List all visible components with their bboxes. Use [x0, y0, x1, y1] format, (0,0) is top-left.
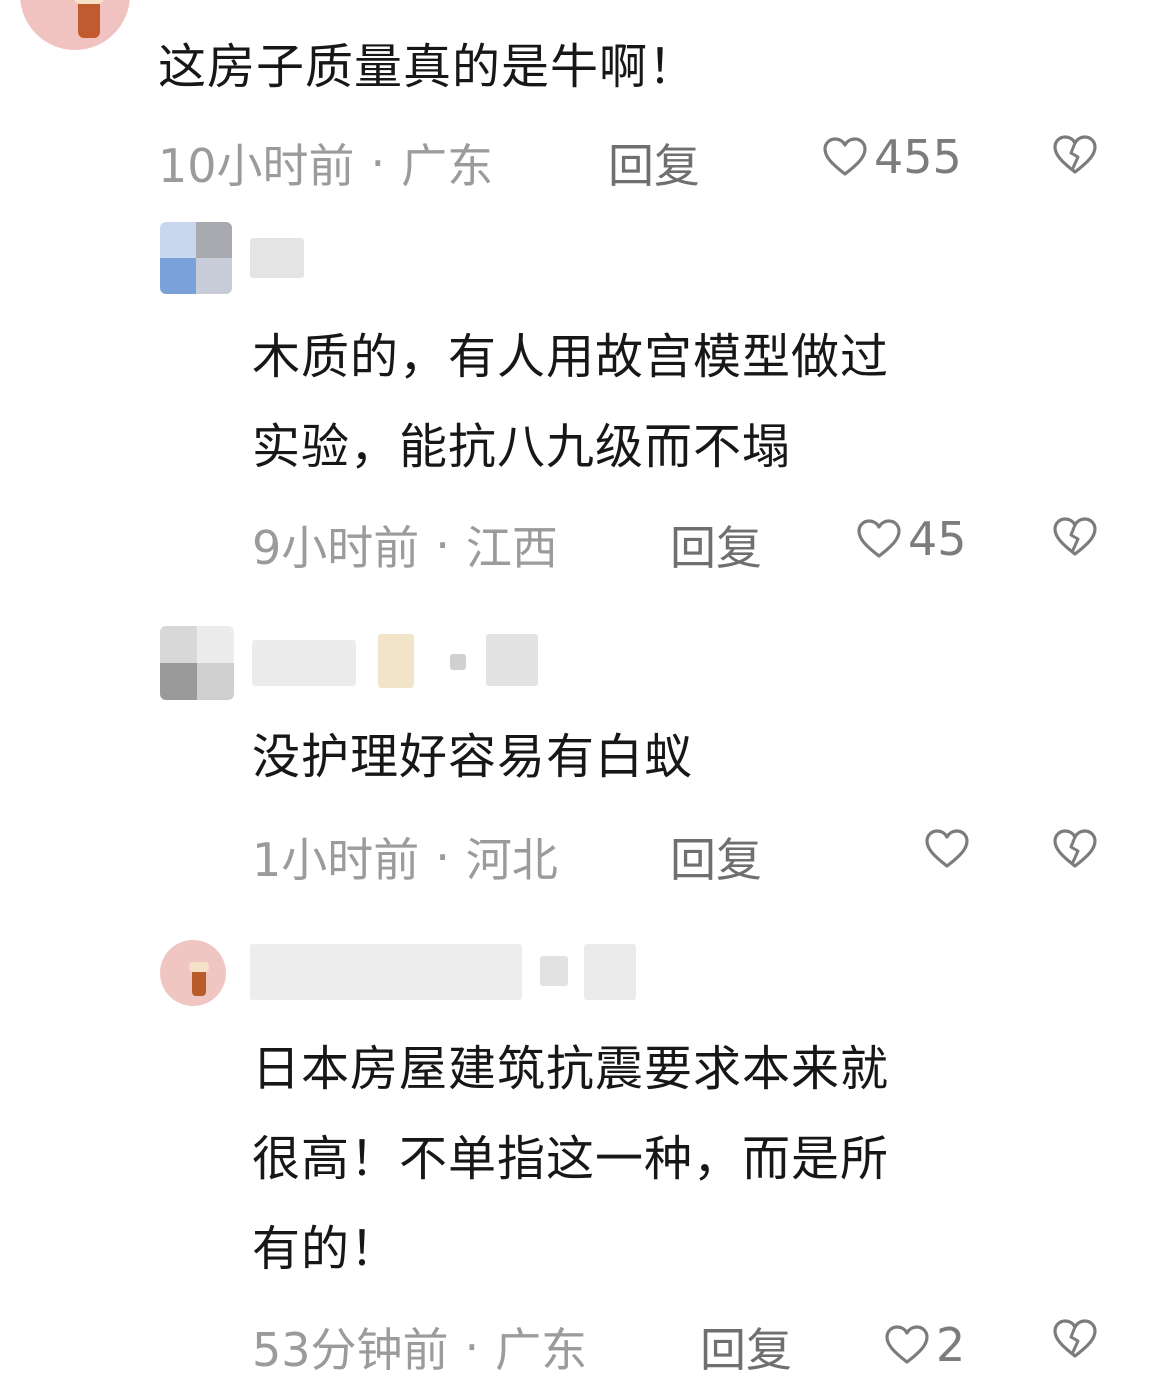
like-button[interactable]: 45	[856, 512, 967, 566]
reply-button[interactable]: 回复	[608, 130, 700, 196]
comment-line: 木质的，有人用故宫模型做过	[252, 329, 890, 385]
meta-separator: ·	[464, 1320, 480, 1374]
comment-text: 日本房屋建筑抗震要求本来就 很高！不单指这一种，而是所 有的！	[252, 1024, 889, 1294]
comment-line: 日本房屋建筑抗震要求本来就	[252, 1041, 890, 1097]
like-count: 2	[936, 1318, 966, 1372]
dislike-button[interactable]	[1052, 516, 1098, 562]
reply-button[interactable]: 回复	[670, 824, 762, 890]
avatar[interactable]	[160, 626, 234, 700]
like-button[interactable]	[924, 828, 976, 870]
meta-separator: ·	[435, 830, 450, 884]
comment-location: 江西	[465, 521, 558, 575]
username[interactable]	[250, 238, 304, 278]
reply-button[interactable]: 回复	[670, 512, 762, 578]
comment-line: 很高！不单指这一种，而是所	[252, 1131, 890, 1187]
comment-meta: 9小时前 · 江西	[252, 512, 558, 578]
comment-meta: 53分钟前 · 广东	[252, 1314, 587, 1380]
comment-time: 10小时前	[158, 139, 355, 193]
heart-outline-icon	[925, 829, 969, 868]
broken-heart-icon	[1053, 517, 1097, 556]
comment-location: 广东	[401, 139, 494, 193]
comment-text: 这房子质量真的是牛啊！	[158, 22, 697, 112]
meta-separator: ·	[370, 136, 386, 190]
dislike-button[interactable]	[1052, 828, 1098, 874]
comment-line: 有的！	[252, 1221, 400, 1277]
comment-location: 河北	[465, 833, 558, 887]
avatar[interactable]	[20, 0, 130, 50]
comment-line: 没护理好容易有白蚁	[252, 729, 694, 785]
comment-text: 木质的，有人用故宫模型做过 实验，能抗八九级而不塌	[252, 312, 889, 492]
reply-button[interactable]: 回复	[700, 1314, 792, 1380]
like-button[interactable]: 2	[884, 1318, 965, 1372]
location-label	[584, 944, 636, 1000]
meta-separator: ·	[435, 518, 450, 572]
comment-line: 这房子质量真的是牛啊！	[158, 39, 698, 95]
comment-meta: 10小时前 · 广东	[158, 130, 493, 196]
badge-icon	[378, 634, 414, 688]
badge-icon	[540, 956, 568, 986]
heart-outline-icon	[885, 1325, 929, 1364]
comment-time: 1小时前	[252, 833, 420, 887]
like-button[interactable]: 455	[822, 130, 962, 184]
heart-outline-icon	[823, 137, 867, 176]
comment-time: 9小时前	[252, 521, 420, 575]
broken-heart-icon	[1053, 1319, 1097, 1358]
comment-line: 实验，能抗八九级而不塌	[252, 419, 792, 475]
comment-location: 广东	[495, 1323, 588, 1377]
like-count: 455	[874, 130, 962, 184]
comment-text: 没护理好容易有白蚁	[252, 712, 693, 802]
like-count: 45	[908, 512, 967, 566]
username[interactable]	[252, 640, 356, 686]
broken-heart-icon	[1053, 829, 1097, 868]
username[interactable]	[250, 944, 522, 1000]
comment-time: 53分钟前	[252, 1323, 449, 1377]
comment-meta: 1小时前 · 河北	[252, 824, 558, 890]
heart-outline-icon	[857, 519, 901, 558]
dislike-button[interactable]	[1052, 134, 1098, 180]
avatar[interactable]	[160, 940, 226, 1006]
dislike-button[interactable]	[1052, 1318, 1098, 1364]
broken-heart-icon	[1053, 135, 1097, 174]
location-label	[486, 634, 538, 686]
separator-icon	[450, 654, 466, 670]
avatar[interactable]	[160, 222, 232, 294]
